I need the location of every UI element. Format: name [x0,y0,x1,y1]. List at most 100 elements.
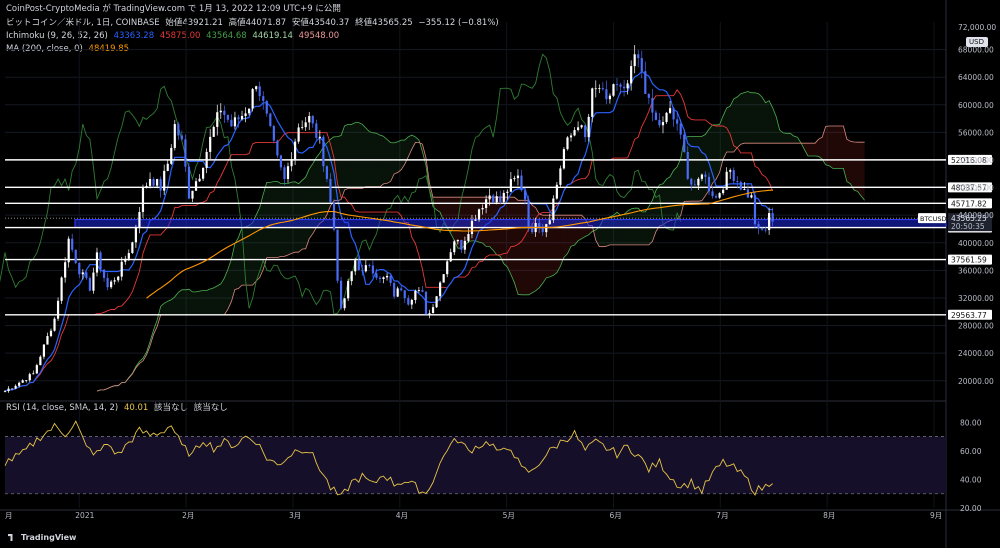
price-tick-label: 28000.00 [958,322,994,331]
candle-body [173,124,176,148]
candle-body [7,388,10,392]
candle-body [442,274,445,283]
candle-body [293,141,297,160]
time-tick-label: 8月 [823,511,835,520]
candle-body [732,170,735,182]
candle-body [513,178,516,180]
cloud-segment [288,182,292,255]
candle-body [226,114,229,120]
candle-body [255,86,258,90]
cloud-segment [733,96,738,152]
candle-body [361,270,364,272]
candle-body [233,117,237,127]
cloud-segment [677,158,681,220]
candle-body [587,116,590,138]
cloud-segment [298,180,303,253]
candle-body [39,356,42,366]
candle-body [10,388,14,390]
candle-body [661,122,665,126]
candle-body [191,190,194,199]
price-chart[interactable]: 52016.0848037.5745717.8242208.8137561.59… [0,0,1000,548]
candle-body [230,119,233,127]
level-tag-label: 37561.59 [951,256,987,265]
candle-body [371,265,375,274]
level-tag-label: 29563.77 [951,311,987,320]
candle-body [410,299,413,305]
currency-badge[interactable]: USD [966,37,988,47]
candle-body [35,365,38,374]
candle-body [612,84,615,96]
cloud-segment [751,92,755,144]
candle-body [523,190,527,200]
candle-body [286,166,290,180]
candle-body [120,261,123,277]
candle-body [134,227,137,243]
candle-body [545,224,548,233]
candle-body [598,88,601,89]
candle-body [187,166,191,199]
cloud-segment [355,122,359,189]
candle-body [322,136,325,167]
cloud-segment [701,134,706,201]
cloud-segment [673,166,678,220]
cloud-segment [394,141,398,175]
candle-body [743,189,746,191]
candle-body [729,170,732,172]
candle-body [676,119,679,124]
candle-body [516,175,520,179]
candle-body [470,220,474,235]
cloud-segment [351,122,356,189]
price-tick-label: 40000.00 [958,239,994,248]
base-line [4,88,774,392]
candle-body [594,88,597,90]
candle-body [541,228,544,233]
candle-body [180,135,183,140]
candle-body [548,220,551,225]
price-axis[interactable]: 68000.0064000.0060000.0056000.0052000.00… [958,46,994,513]
time-tick-label: 9月 [930,511,942,520]
cloud-segment [503,197,508,267]
candle-body [520,175,523,191]
cloud-segment [188,289,193,315]
candle-body [251,89,254,109]
tradingview-brand[interactable]: TradingView [8,533,76,542]
time-axis[interactable]: 月20212月3月4月5月6月7月8月9月10月11月12月20222月3月 [5,511,1000,520]
candle-body [318,136,321,138]
candle-body [555,184,558,199]
cloud-segment [758,93,763,144]
cloud-segment [804,143,809,157]
candle-body [88,277,91,291]
cloud-segment [786,133,791,144]
cloud-segment [387,139,391,184]
rsi-tick-label: 20.00 [960,504,982,513]
candle-body [750,195,753,198]
candle-body [668,108,672,113]
candle-body [209,136,212,152]
candle-body [647,93,650,98]
cloud-segment [397,140,402,173]
candle-body [771,213,774,222]
candle-body [127,253,130,259]
cloud-segment [521,200,526,295]
candle-body [339,280,343,309]
candle-body [283,167,286,180]
candle-body [95,252,99,273]
candle-body [272,126,275,141]
candle-body [368,265,371,266]
candle-body [584,125,587,138]
candle-body [605,89,608,100]
tradingview-logo-icon [8,534,13,541]
candle-body [573,130,576,136]
rsi-band-fill [5,436,946,494]
rsi-pane [4,420,946,496]
price-tick-label: 32000.00 [958,294,994,303]
candle-body [640,58,643,72]
candle-body [644,71,647,94]
candle-body [417,290,420,291]
cloud-segment [181,289,186,315]
candle-body [113,280,116,282]
candle-body [357,260,360,271]
candle-body [81,272,84,275]
candle-body [18,382,21,386]
candle-body [569,135,573,138]
